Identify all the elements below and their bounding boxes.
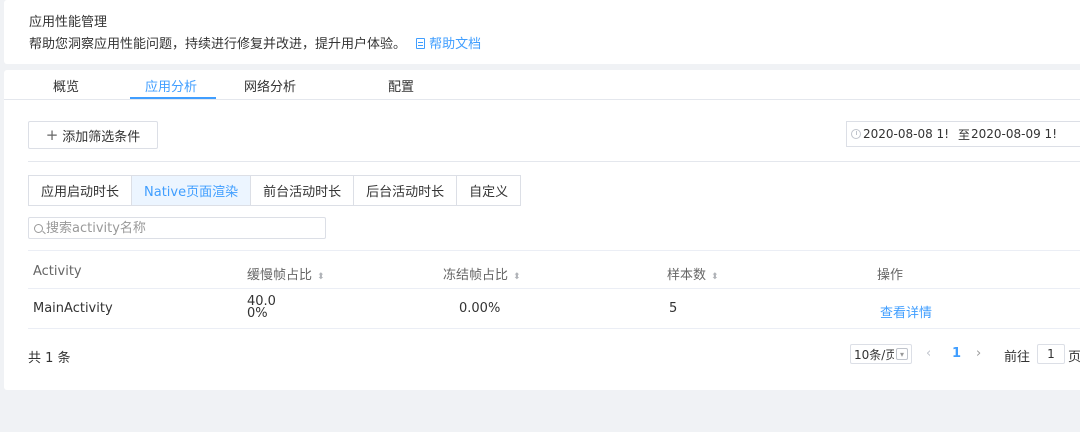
column-header-label: 冻结帧占比 bbox=[443, 268, 509, 283]
tab-network-analysis[interactable]: 网络分析 bbox=[244, 76, 296, 95]
search-icon bbox=[34, 223, 43, 233]
segment-background-duration[interactable]: 后台活动时长 bbox=[353, 175, 458, 206]
goto-label: 前往 bbox=[1004, 350, 1031, 365]
sort-icon[interactable]: ⬍ bbox=[513, 272, 521, 282]
cell-slow-frame-line2: 0% bbox=[247, 306, 268, 321]
segment-custom[interactable]: 自定义 bbox=[456, 175, 522, 206]
cell-samples: 5 bbox=[669, 301, 678, 316]
add-filter-label: 添加筛选条件 bbox=[62, 129, 141, 145]
date-range-picker[interactable]: 2020-08-08 1! 至 2020-08-09 1! bbox=[846, 121, 1080, 147]
search-box bbox=[28, 217, 326, 239]
clock-icon bbox=[851, 129, 861, 139]
sort-icon[interactable]: ⬍ bbox=[317, 272, 325, 282]
tab-overview[interactable]: 概览 bbox=[53, 76, 79, 95]
help-doc-link[interactable]: 帮助文档 bbox=[416, 37, 481, 52]
column-header-slow-frame[interactable]: 缓慢帧占比 ⬍ bbox=[247, 264, 325, 283]
date-separator: 至 bbox=[957, 127, 970, 142]
column-header-label: 样本数 bbox=[667, 268, 707, 283]
total-count: 共 1 条 bbox=[28, 351, 71, 366]
column-header-actions: 操作 bbox=[877, 268, 904, 283]
metric-segment-group: 应用启动时长 Native页面渲染 前台活动时长 后台活动时长 自定义 bbox=[28, 175, 522, 206]
divider bbox=[28, 328, 1080, 329]
segment-app-launch[interactable]: 应用启动时长 bbox=[28, 175, 133, 206]
view-details-link[interactable]: 查看详情 bbox=[880, 302, 932, 321]
column-header-samples[interactable]: 样本数 ⬍ bbox=[667, 264, 719, 283]
page-title: 应用性能管理 bbox=[29, 15, 108, 30]
help-doc-label: 帮助文档 bbox=[429, 37, 482, 52]
column-header-frozen-frame[interactable]: 冻结帧占比 ⬍ bbox=[443, 264, 521, 283]
document-icon bbox=[416, 38, 426, 49]
segment-foreground-duration[interactable]: 前台活动时长 bbox=[250, 175, 355, 206]
page-number[interactable]: 1 bbox=[952, 346, 961, 361]
prev-page-button[interactable]: ‹ bbox=[926, 346, 931, 361]
page-size-select[interactable]: 10条/页 ▾ bbox=[850, 344, 912, 364]
description-text: 帮助您洞察应用性能问题，持续进行修复并改进，提升用户体验。 bbox=[29, 37, 407, 52]
add-filter-button[interactable]: + 添加筛选条件 bbox=[28, 121, 158, 149]
tab-config[interactable]: 配置 bbox=[388, 76, 414, 95]
column-header-label: 缓慢帧占比 bbox=[247, 268, 313, 283]
column-header-activity: Activity bbox=[33, 264, 82, 279]
cell-slow-frame: 40.0 0% bbox=[247, 295, 276, 321]
chevron-down-icon: ▾ bbox=[896, 348, 908, 360]
cell-frozen-frame: 0.00% bbox=[459, 301, 501, 316]
divider bbox=[28, 288, 1080, 289]
tab-app-analysis[interactable]: 应用分析 bbox=[145, 76, 197, 95]
active-tab-indicator bbox=[130, 97, 216, 99]
main-card: 概览 应用分析 网络分析 配置 + 添加筛选条件 2020-08-08 1! 至… bbox=[4, 70, 1080, 390]
date-end[interactable]: 2020-08-09 1! bbox=[971, 127, 1080, 141]
page-description: 帮助您洞察应用性能问题，持续进行修复并改进，提升用户体验。 帮助文档 bbox=[29, 33, 481, 52]
cell-activity: MainActivity bbox=[33, 301, 113, 316]
sort-icon[interactable]: ⬍ bbox=[711, 272, 719, 282]
page-suffix: 页 bbox=[1068, 350, 1080, 365]
date-start[interactable]: 2020-08-08 1! bbox=[863, 127, 957, 141]
goto-page-input[interactable] bbox=[1037, 344, 1065, 364]
plus-icon: + bbox=[45, 125, 59, 144]
page-size-value: 10条/页 bbox=[854, 347, 894, 362]
header-card: 应用性能管理 帮助您洞察应用性能问题，持续进行修复并改进，提升用户体验。 帮助文… bbox=[4, 0, 1080, 64]
search-input[interactable] bbox=[46, 219, 316, 237]
next-page-button[interactable]: › bbox=[976, 346, 981, 361]
divider bbox=[28, 250, 1080, 251]
tab-bar: 概览 应用分析 网络分析 配置 bbox=[4, 70, 1080, 100]
divider bbox=[28, 161, 1080, 162]
segment-native-render[interactable]: Native页面渲染 bbox=[131, 175, 252, 206]
